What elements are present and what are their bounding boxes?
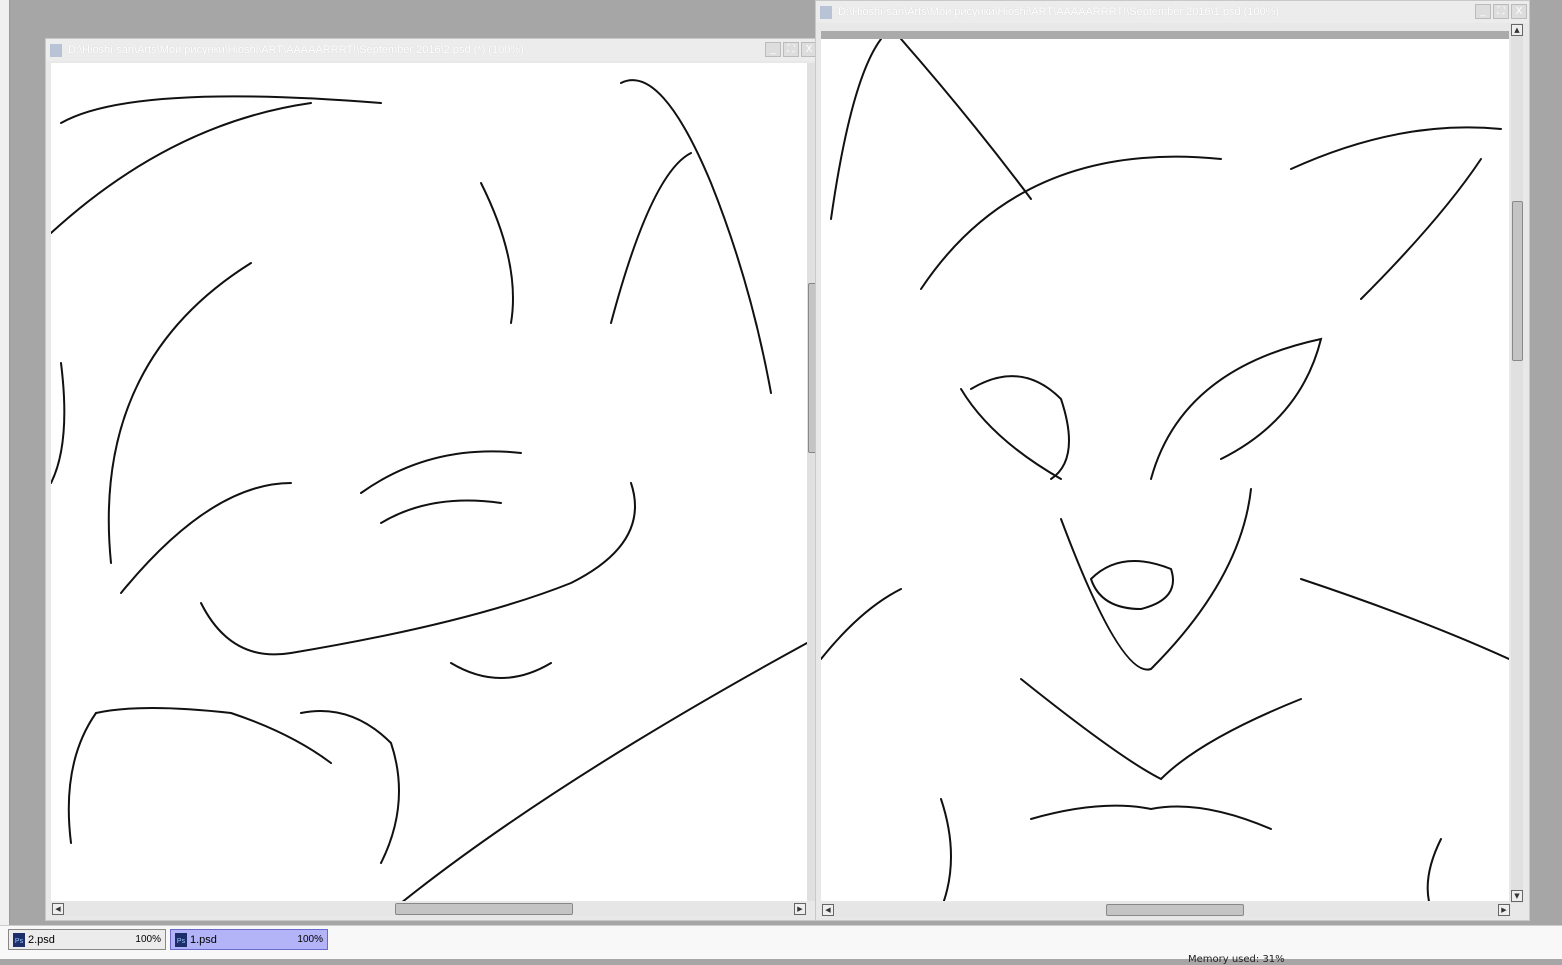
scroll-right-arrow[interactable]: ▶: [1498, 904, 1510, 916]
tab-zoom: 100%: [135, 934, 161, 945]
scroll-right-arrow[interactable]: ▶: [794, 903, 806, 915]
document-window-1[interactable]: D:\Hioshi-san\Arts\Мои рисунки\Hioshi\AR…: [815, 0, 1530, 921]
minimize-button[interactable]: _: [1475, 4, 1491, 19]
minimize-button[interactable]: _: [765, 42, 781, 57]
photoshop-file-icon: Ps: [175, 932, 187, 947]
photoshop-file-icon: Ps: [13, 932, 25, 947]
scroll-left-arrow[interactable]: ◀: [52, 903, 64, 915]
document-window-2[interactable]: D:\Hioshi-san\Arts\Мои рисунки\Hioshi\AR…: [45, 38, 820, 921]
window-titlebar[interactable]: D:\Hioshi-san\Arts\Мои рисунки\Hioshi\AR…: [46, 39, 819, 61]
tool-panel-edge: [0, 0, 10, 925]
horizontal-scrollbar[interactable]: ◀ ▶: [821, 903, 1511, 917]
tab-label: 1.psd: [190, 933, 217, 946]
window-titlebar[interactable]: D:\Hioshi-san\Arts\Мои рисунки\Hioshi\AR…: [816, 1, 1529, 23]
scroll-thumb[interactable]: [1106, 904, 1244, 916]
drawing-canvas[interactable]: [51, 63, 807, 901]
window-title: D:\Hioshi-san\Arts\Мои рисунки\Hioshi\AR…: [68, 44, 524, 56]
line-art-wolf: [821, 39, 1509, 901]
tab-1-psd[interactable]: Ps 1.psd 100%: [170, 929, 328, 950]
maximize-button[interactable]: ⛶: [1493, 4, 1509, 19]
line-art-fox: [51, 79, 807, 901]
tab-label: 2.psd: [28, 933, 55, 946]
close-button[interactable]: X: [1511, 4, 1527, 19]
memory-status: Memory used: 31%: [1188, 954, 1285, 965]
psd-file-icon: [820, 5, 832, 19]
window-title: D:\Hioshi-san\Arts\Мои рисунки\Hioshi\AR…: [838, 6, 1280, 18]
tab-2-psd[interactable]: Ps 2.psd 100%: [8, 929, 166, 950]
document-taskbar: Ps 2.psd 100% Ps 1.psd 100% Memory used:…: [0, 925, 1562, 965]
maximize-button[interactable]: ⛶: [783, 42, 799, 57]
psd-file-icon: [50, 43, 62, 57]
horizontal-scrollbar[interactable]: ◀ ▶: [51, 902, 807, 916]
tab-zoom: 100%: [297, 934, 323, 945]
vertical-scrollbar[interactable]: ▲ ▼: [1511, 23, 1523, 903]
scroll-down-arrow[interactable]: ▼: [1511, 890, 1523, 902]
drawing-canvas[interactable]: [821, 31, 1509, 901]
scroll-thumb[interactable]: [395, 903, 573, 915]
scroll-left-arrow[interactable]: ◀: [822, 904, 834, 916]
scroll-thumb[interactable]: [1512, 201, 1523, 361]
scroll-up-arrow[interactable]: ▲: [1511, 24, 1523, 36]
